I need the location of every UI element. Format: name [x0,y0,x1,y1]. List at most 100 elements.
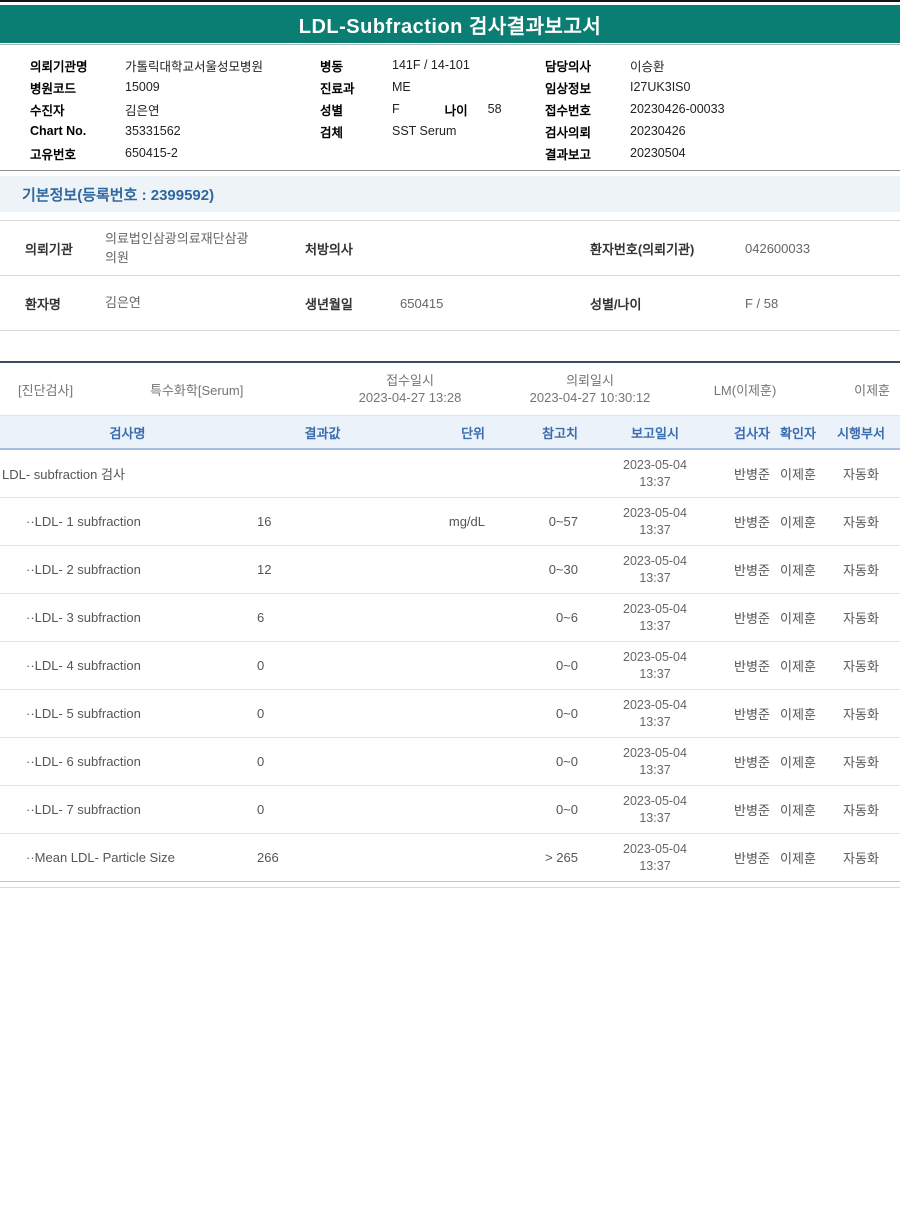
verifier-name: 이제훈 [774,752,822,771]
performing-department: 자동화 [822,464,900,483]
report-datetime: 2023-05-04 13:37 [580,649,730,683]
basic-info-section-header: 기본정보(등록번호 : 2399592) [0,176,900,212]
performing-department: 자동화 [822,752,900,771]
test-name: ··LDL- 5 subfraction [0,706,255,721]
field-value: 가톨릭대학교서울성모병원 [125,56,263,75]
result-row: ··LDL- 2 subfraction 12 0~30 2023-05-04 … [0,546,900,594]
basic-field-label: 성별/나이 [590,294,745,313]
basic-info-row: 환자명 김은연 생년월일 650415 성별/나이 F / 58 [0,276,900,331]
tester-name: 반병준 [730,560,774,579]
column-header-result: 결과값 [255,423,390,442]
result-row: ··LDL- 6 subfraction 0 0~0 2023-05-04 13… [0,738,900,786]
order-info-row: [진단검사] 특수화학[Serum] 접수일시 2023-04-27 13:28… [0,361,900,415]
test-name: ··LDL- 4 subfraction [0,658,255,673]
column-header-reference: 참고치 [493,423,580,442]
reference-range: 0~57 [493,514,580,529]
field-value: 141F / 14-101 [392,58,470,72]
result-row: ··LDL- 5 subfraction 0 0~0 2023-05-04 13… [0,690,900,738]
verifier-name: 이제훈 [774,560,822,579]
page-top-border [0,0,900,2]
header-info-row: 병동 141F / 14-101 [320,54,545,76]
header-info-row: 병원코드 15009 [30,76,320,98]
test-name: ··Mean LDL- Particle Size [0,850,255,865]
reference-range: 0~0 [493,802,580,817]
field-extra-label: 나이 [445,100,468,119]
result-row: ··LDL- 7 subfraction 0 0~0 2023-05-04 13… [0,786,900,834]
result-row: ··LDL- 4 subfraction 0 0~0 2023-05-04 13… [0,642,900,690]
receipt-datetime-block: 접수일시 2023-04-27 13:28 [320,372,500,406]
field-value: 20230426-00033 [630,102,725,116]
header-info-row: 고유번호 650415-2 [30,142,320,164]
header-info-row: 수진자 김은연 [30,98,320,120]
header-info-row: 결과보고 20230504 [545,142,875,164]
report-datetime: 2023-05-04 13:37 [580,793,730,827]
result-row: ··LDL- 1 subfraction 16 mg/dL 0~57 2023-… [0,498,900,546]
request-datetime-block: 의뢰일시 2023-04-27 10:30:12 [500,372,680,406]
field-value: 20230426 [630,124,686,138]
report-time: 13:37 [580,570,730,587]
field-value: SST Serum [392,124,456,138]
basic-field-label: 의뢰기관 [0,239,105,258]
request-datetime-value: 2023-04-27 10:30:12 [500,389,680,406]
reference-range: > 265 [493,850,580,865]
header-info-left-column: 의뢰기관명 가톨릭대학교서울성모병원 병원코드 15009 수진자 김은연 Ch… [30,54,320,164]
field-label: 고유번호 [30,144,125,163]
column-header-verifier: 확인자 [774,423,822,442]
test-name: ··LDL- 2 subfraction [0,562,255,577]
field-label: 병원코드 [30,78,125,97]
report-datetime: 2023-05-04 13:37 [580,505,730,539]
verifier-name: 이제훈 [774,656,822,675]
report-time: 13:37 [580,762,730,779]
field-label: 검사의뢰 [545,122,630,141]
field-extra-value: 58 [488,102,502,116]
field-value: 15009 [125,80,160,94]
report-date: 2023-05-04 [580,457,730,474]
receipt-datetime-label: 접수일시 [320,372,500,389]
field-value: 20230504 [630,146,686,160]
header-info-row: 진료과 ME [320,76,545,98]
header-info-row: 의뢰기관명 가톨릭대학교서울성모병원 [30,54,320,76]
performing-department: 자동화 [822,848,900,867]
result-value: 0 [255,754,390,769]
field-value: 이승환 [630,56,665,75]
report-time: 13:37 [580,810,730,827]
tester-name: 반병준 [730,800,774,819]
report-datetime: 2023-05-04 13:37 [580,697,730,731]
unit: mg/dL [390,514,493,529]
header-info-row: Chart No. 35331562 [30,120,320,142]
header-info-row: 성별 F 나이 58 [320,98,545,120]
report-date: 2023-05-04 [580,793,730,810]
report-time: 13:37 [580,474,730,491]
result-value: 12 [255,562,390,577]
tester-name: 반병준 [730,752,774,771]
field-label: 병동 [320,56,392,75]
report-datetime: 2023-05-04 13:37 [580,745,730,779]
basic-field-label: 생년월일 [305,294,400,313]
result-row: ··Mean LDL- Particle Size 266 > 265 2023… [0,834,900,882]
report-date: 2023-05-04 [580,553,730,570]
order-department: [진단검사] [0,380,150,399]
reference-range: 0~6 [493,610,580,625]
column-header-tester: 검사자 [730,423,774,442]
result-value: 0 [255,706,390,721]
verifier-name: 이제훈 [774,512,822,531]
header-info-middle-column: 병동 141F / 14-101 진료과 ME 성별 F 나이 58 [320,54,545,164]
verifier-name: 이제훈 [774,848,822,867]
test-name: ··LDL- 3 subfraction [0,610,255,625]
performing-department: 자동화 [822,704,900,723]
field-label: 성별 [320,100,392,119]
field-label: 결과보고 [545,144,630,163]
result-value: 0 [255,802,390,817]
header-info-row: 검사의뢰 20230426 [545,120,875,142]
basic-field-label: 환자번호(의뢰기관) [590,239,745,258]
report-date: 2023-05-04 [580,745,730,762]
reference-range: 0~0 [493,754,580,769]
report-time: 13:37 [580,858,730,875]
verifier-name: 이제훈 [774,608,822,627]
report-date: 2023-05-04 [580,649,730,666]
performing-department: 자동화 [822,560,900,579]
results-table-body: LDL- subfraction 검사 2023-05-04 13:37 반병준… [0,450,900,882]
reference-range: 0~0 [493,658,580,673]
report-time: 13:37 [580,714,730,731]
field-value: F [392,102,400,116]
